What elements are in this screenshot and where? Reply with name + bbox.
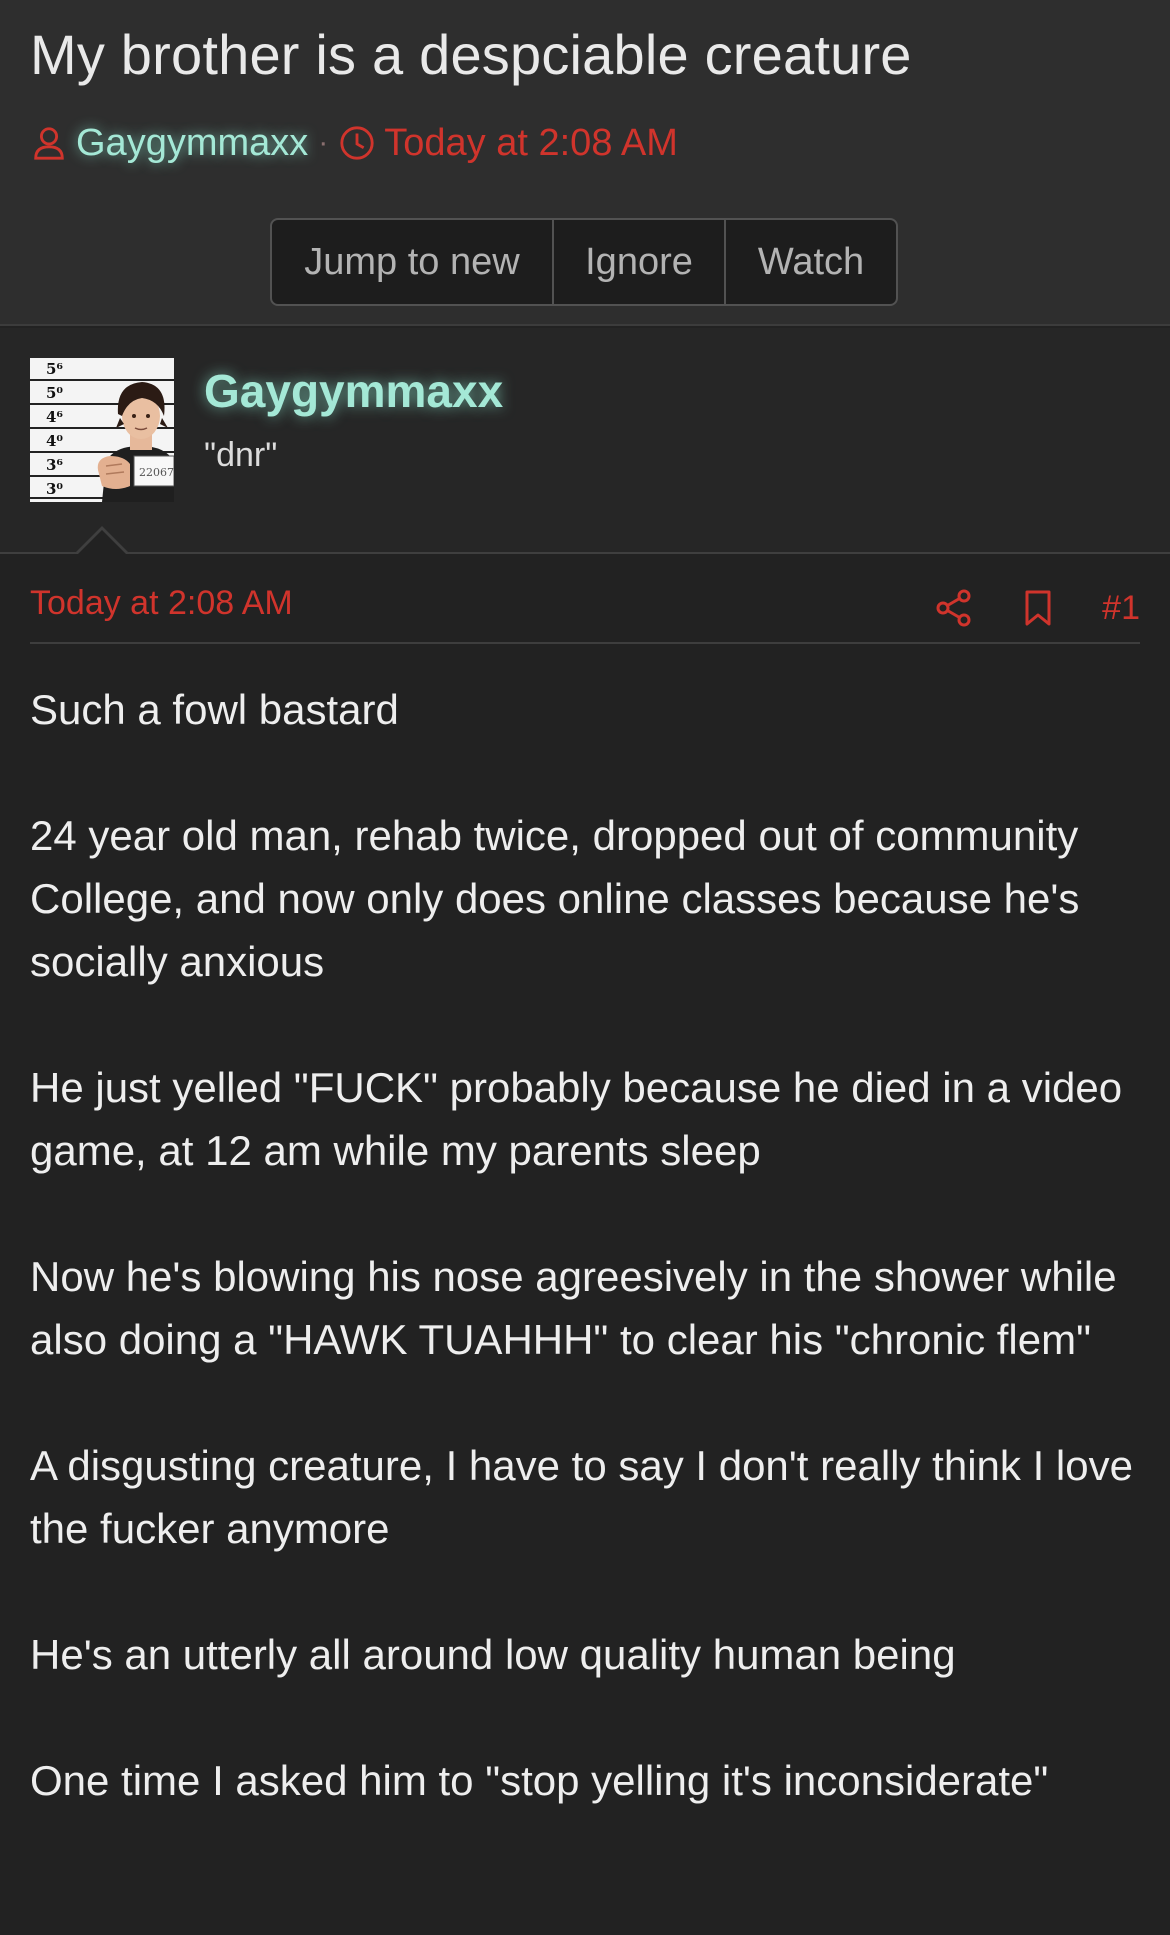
thread-author-link[interactable]: Gaygymmaxx	[76, 122, 308, 165]
post-number-link[interactable]: #1	[1102, 589, 1140, 628]
thread-header: My brother is a despciable creature Gayg…	[0, 0, 1170, 326]
thread-meta: Gaygymmaxx · Today at 2:08 AM	[30, 118, 678, 168]
user-icon	[30, 124, 68, 162]
post-username-link[interactable]: Gaygymmaxx	[204, 364, 503, 418]
thread-action-buttons: Jump to new Ignore Watch	[270, 218, 898, 306]
post-actions: #1	[934, 580, 1140, 636]
bookmark-icon[interactable]	[1018, 588, 1058, 628]
post-date-link[interactable]: Today at 2:08 AM	[30, 584, 293, 623]
post-meta-bar: Today at 2:08 AM #1	[30, 580, 1140, 644]
post-user-block: 5⁶ 5⁰ 4⁶ 4⁰ 3⁶ 3⁰ 22067 Gaygymmaxx "dnr"	[0, 328, 1170, 554]
post-paragraph: Now he's blowing his nose agreesively in…	[30, 1253, 1117, 1363]
meta-separator: ·	[318, 126, 329, 159]
jump-to-new-button[interactable]: Jump to new	[272, 220, 552, 304]
height-mark: 4⁰	[46, 432, 63, 450]
height-mark: 5⁰	[46, 384, 63, 402]
height-mark: 3⁰	[46, 480, 63, 498]
clock-icon	[338, 124, 376, 162]
avatar[interactable]: 5⁶ 5⁰ 4⁶ 4⁰ 3⁶ 3⁰ 22067	[30, 358, 174, 502]
post-paragraph: A disgusting creature, I have to say I d…	[30, 1442, 1133, 1552]
height-mark: 3⁶	[46, 456, 63, 474]
post-body: Such a fowl bastard 24 year old man, reh…	[30, 678, 1150, 1875]
height-mark: 5⁶	[46, 360, 63, 378]
watch-button[interactable]: Watch	[724, 220, 896, 304]
ignore-button[interactable]: Ignore	[552, 220, 724, 304]
placard-number: 22067	[139, 466, 174, 479]
thread-date-link[interactable]: Today at 2:08 AM	[384, 122, 678, 165]
post-paragraph: 24 year old man, rehab twice, dropped ou…	[30, 812, 1080, 985]
user-title: "dnr"	[204, 436, 278, 474]
thread-title: My brother is a despciable creature	[30, 23, 912, 86]
post-paragraph: He's an utterly all around low quality h…	[30, 1631, 956, 1678]
post-paragraph: Such a fowl bastard	[30, 686, 399, 733]
height-mark: 4⁶	[46, 408, 63, 426]
share-icon[interactable]	[934, 588, 974, 628]
post-paragraph: One time I asked him to "stop yelling it…	[30, 1757, 1049, 1804]
user-block-arrow-fill	[76, 530, 128, 556]
post-paragraph: He just yelled "FUCK" probably because h…	[30, 1064, 1123, 1174]
